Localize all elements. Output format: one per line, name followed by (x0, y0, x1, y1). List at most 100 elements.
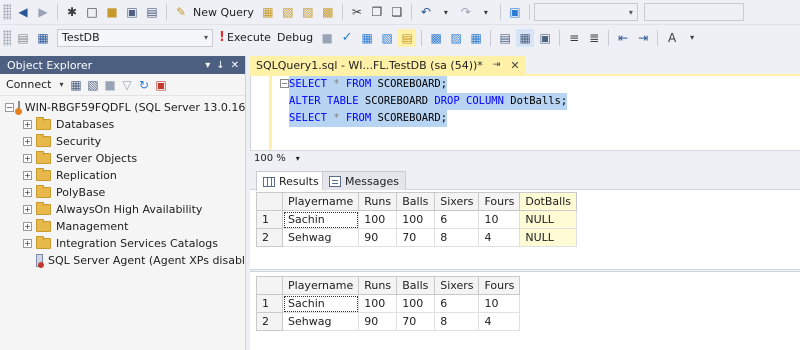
tree-node-alwayson[interactable]: + AlwaysOn High Availability (0, 201, 245, 218)
table-cell[interactable]: 70 (396, 312, 436, 331)
table-cell[interactable]: 6 (434, 294, 480, 313)
new-item-icon[interactable]: □ (83, 3, 101, 21)
expand-icon[interactable]: + (23, 188, 32, 197)
table-cell[interactable]: 90 (358, 312, 398, 331)
new-project-icon[interactable]: ✱ (63, 3, 81, 21)
connect-button[interactable]: Connect (6, 78, 51, 91)
change-connection-icon[interactable]: ▦ (34, 29, 52, 47)
table-cell[interactable]: 10 (478, 210, 521, 229)
execute-icon[interactable]: ! (219, 30, 225, 45)
query-designer-icon[interactable]: ▧ (378, 29, 396, 47)
mdx-query-icon[interactable]: ▨ (299, 3, 317, 21)
database-engine-query-icon[interactable]: ▦ (259, 3, 277, 21)
table-cell[interactable]: 4 (478, 228, 521, 247)
connect-icon[interactable]: ▤ (14, 29, 32, 47)
tree-node-management[interactable]: + Management (0, 218, 245, 235)
expand-icon[interactable]: + (23, 154, 32, 163)
table-cell[interactable]: NULL (519, 228, 578, 247)
table-cell[interactable]: 100 (396, 210, 436, 229)
zoom-select[interactable]: 100 % ▾ (254, 153, 300, 164)
table-cell[interactable]: 8 (434, 312, 480, 331)
row-number[interactable]: 1 (256, 210, 283, 229)
results-to-grid-icon[interactable]: ▦ (516, 28, 535, 47)
expand-icon[interactable]: + (23, 239, 32, 248)
include-plan-icon[interactable]: ▩ (427, 29, 445, 47)
specify-values-icon[interactable]: ▤ (398, 28, 417, 47)
column-header[interactable]: Sixers (434, 276, 480, 295)
filter-icon[interactable]: ▽ (119, 76, 134, 94)
debug-button[interactable]: Debug (277, 31, 313, 44)
comment-out-icon[interactable]: ≡ (565, 29, 583, 47)
result-splitter[interactable] (250, 269, 800, 272)
toolbar-options-icon[interactable]: ▾ (683, 29, 701, 47)
table-cell[interactable]: 4 (478, 312, 521, 331)
new-query-icon[interactable]: ✎ (172, 3, 190, 21)
tree-node-polybase[interactable]: + PolyBase (0, 184, 245, 201)
window-position-icon[interactable]: ▾ (205, 60, 210, 71)
tree-node-server[interactable]: − WIN-RBGF59FQDFL (SQL Server 13.0.16 (0, 99, 245, 116)
specify-template-values-icon[interactable]: A (663, 29, 681, 47)
connect-object-icon[interactable]: ▦ (68, 76, 83, 94)
table-cell[interactable]: 100 (358, 210, 398, 229)
row-number[interactable]: 2 (256, 312, 283, 331)
analysis-query-icon[interactable]: ▧ (279, 3, 297, 21)
save-all-icon[interactable]: ▤ (143, 3, 161, 21)
table-cell[interactable]: 100 (396, 294, 436, 313)
close-icon[interactable]: ✕ (231, 60, 239, 71)
expand-icon[interactable]: + (23, 120, 32, 129)
activity-monitor-icon[interactable]: ▣ (506, 3, 524, 21)
client-stats-icon[interactable]: ▦ (467, 29, 485, 47)
column-header[interactable]: Runs (358, 192, 398, 211)
solution-configurations-combo[interactable]: ▾ (533, 3, 638, 21)
live-stats-icon[interactable]: ▨ (447, 29, 465, 47)
tree-node-replication[interactable]: + Replication (0, 167, 245, 184)
back-icon[interactable]: ◀ (14, 3, 32, 21)
increase-indent-icon[interactable]: ⇥ (634, 29, 652, 47)
code-area[interactable]: SELECT * FROM SCOREBOARD; ALTER TABLE SC… (289, 76, 568, 127)
table-row[interactable]: 1 Sachin 100 100 6 10 (256, 294, 521, 313)
redo-icon[interactable]: ↷ (457, 3, 475, 21)
available-databases-select[interactable]: TestDB ▾ (57, 28, 213, 47)
column-header[interactable]: Runs (358, 276, 398, 295)
estimated-plan-icon[interactable]: ▦ (358, 29, 376, 47)
tree-node-integration-services[interactable]: + Integration Services Catalogs (0, 235, 245, 252)
corner-cell[interactable] (256, 276, 283, 295)
expand-icon[interactable]: + (23, 222, 32, 231)
disconnect-icon[interactable]: ▧ (85, 76, 100, 94)
table-cell[interactable]: 8 (434, 228, 480, 247)
refresh-icon[interactable]: ↻ (136, 76, 151, 94)
column-header[interactable]: DotBalls (519, 192, 578, 211)
connect-dropdown-icon[interactable]: ▾ (56, 76, 66, 94)
column-header[interactable]: Sixers (434, 192, 480, 211)
table-cell[interactable]: 10 (478, 294, 521, 313)
expand-icon[interactable]: + (23, 205, 32, 214)
query-editor[interactable]: − SELECT * FROM SCOREBOARD; ALTER TABLE … (250, 76, 800, 150)
results-to-text-icon[interactable]: ▤ (496, 29, 514, 47)
tree-node-server-objects[interactable]: + Server Objects (0, 150, 245, 167)
redo-dropdown-icon[interactable]: ▾ (477, 3, 495, 21)
parse-icon[interactable]: ✓ (338, 29, 356, 47)
collapse-icon[interactable]: − (5, 103, 14, 112)
pin-icon[interactable]: ⇥ (493, 60, 501, 70)
tree-node-databases[interactable]: + Databases (0, 116, 245, 133)
save-icon[interactable]: ▣ (123, 3, 141, 21)
open-file-icon[interactable]: ■ (103, 3, 121, 21)
table-cell[interactable]: Sehwag (281, 312, 360, 331)
cancel-query-icon[interactable]: ■ (318, 29, 336, 47)
tree-node-sql-agent[interactable]: SQL Server Agent (Agent XPs disabl (0, 252, 245, 269)
expand-icon[interactable]: + (23, 137, 32, 146)
xmla-query-icon[interactable]: ▩ (319, 3, 337, 21)
forward-icon[interactable]: ▶ (34, 3, 52, 21)
undo-dropdown-icon[interactable]: ▾ (437, 3, 455, 21)
activity-monitor-icon[interactable]: ▣ (153, 76, 168, 94)
tree-node-security[interactable]: + Security (0, 133, 245, 150)
cut-icon[interactable]: ✂ (348, 3, 366, 21)
close-tab-icon[interactable]: ✕ (510, 59, 519, 72)
tab-sqlquery1[interactable]: SQLQuery1.sql - WI...FL.TestDB (sa (54))… (250, 56, 526, 74)
column-header[interactable]: Playername (281, 192, 360, 211)
row-number[interactable]: 1 (256, 294, 283, 313)
column-header[interactable]: Balls (396, 276, 436, 295)
table-cell[interactable]: 6 (434, 210, 480, 229)
toolbar-grip[interactable] (3, 4, 11, 20)
table-cell[interactable]: Sachin (281, 294, 360, 313)
